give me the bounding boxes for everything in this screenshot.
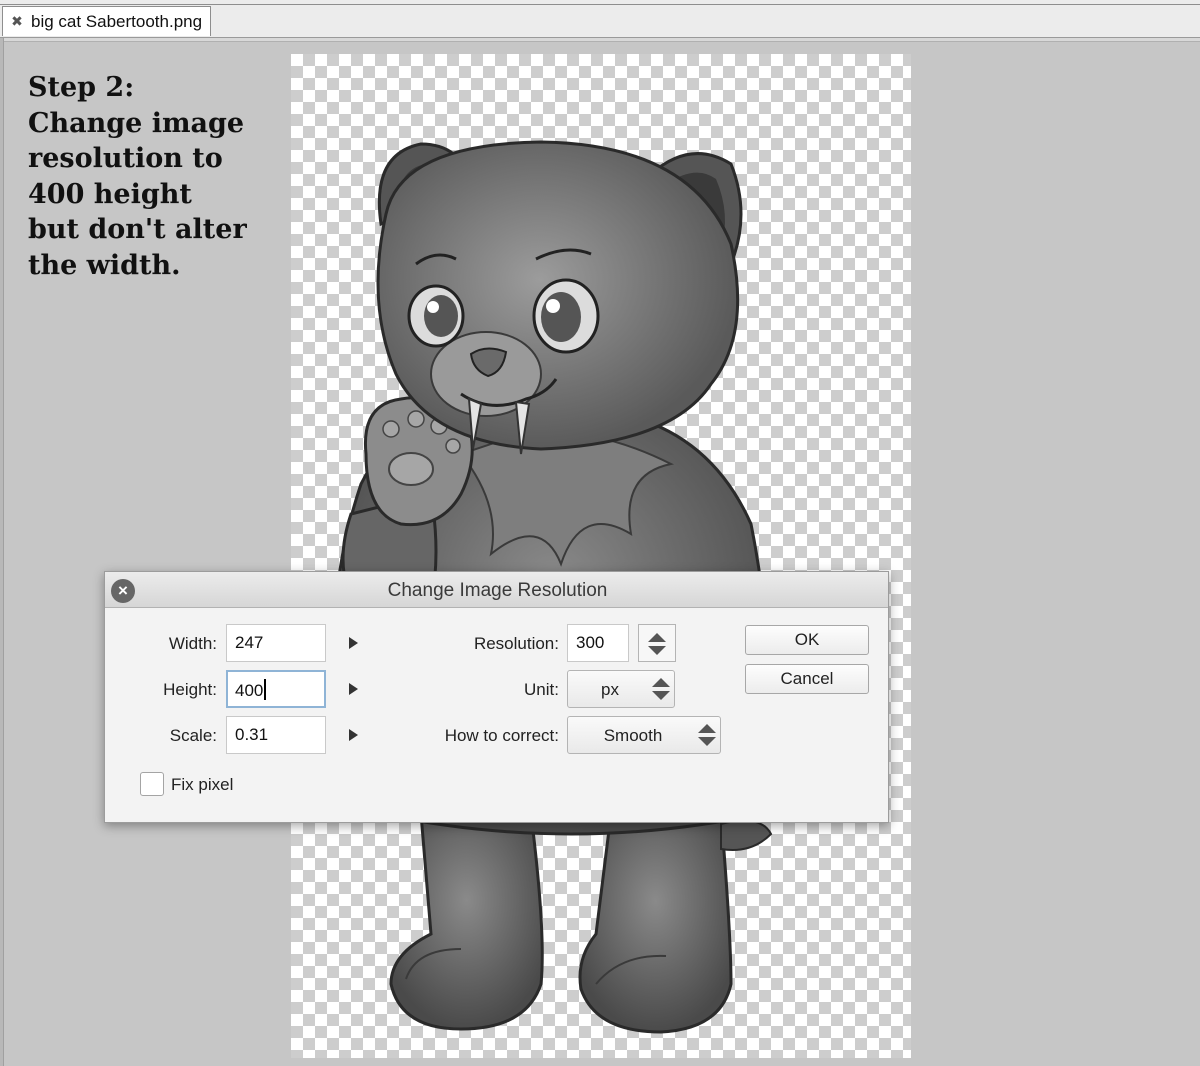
instruction-line: 400 height <box>28 178 192 210</box>
fix-pixel-checkbox[interactable] <box>140 772 164 796</box>
spin-down-icon[interactable] <box>648 646 666 655</box>
canvas-left-border <box>0 38 4 1066</box>
ok-button[interactable]: OK <box>745 625 869 655</box>
triangle-right-icon[interactable] <box>349 729 358 741</box>
instruction-line: the width. <box>28 249 181 281</box>
unit-value: px <box>601 680 619 699</box>
up-down-arrows-icon <box>652 678 670 687</box>
step-instructions: Step 2: Change image resolution to 400 h… <box>28 70 268 283</box>
change-image-resolution-dialog: × Change Image Resolution Width: 247 Hei… <box>104 571 889 823</box>
height-input[interactable]: 400 <box>226 670 326 708</box>
correction-label: How to correct: <box>444 726 559 745</box>
dialog-title: Change Image Resolution <box>387 580 608 601</box>
sabertooth-cub-illustration <box>333 140 773 1034</box>
correction-value: Smooth <box>603 726 663 745</box>
document-tab[interactable]: ✖ big cat Sabertooth.png <box>2 6 211 36</box>
scale-input[interactable]: 0.31 <box>226 716 326 754</box>
resolution-input[interactable]: 300 <box>567 624 629 662</box>
document-tab-title: big cat Sabertooth.png <box>31 11 203 31</box>
height-value: 400 <box>235 681 264 700</box>
spin-up-icon[interactable] <box>648 633 666 642</box>
close-icon[interactable]: ✖ <box>7 13 27 30</box>
resolution-label: Resolution: <box>473 634 559 653</box>
tab-bar: ✖ big cat Sabertooth.png <box>0 0 1200 38</box>
image-canvas[interactable] <box>291 54 911 1058</box>
triangle-right-icon[interactable] <box>349 683 358 695</box>
canvas-top-border <box>0 38 1200 42</box>
cancel-button[interactable]: Cancel <box>745 664 869 694</box>
correction-select[interactable]: Smooth <box>567 716 721 754</box>
up-down-arrows-icon <box>698 737 716 746</box>
width-label: Width: <box>168 634 217 653</box>
instruction-line: but don't alter <box>28 214 247 245</box>
height-label: Height: <box>163 680 217 699</box>
instruction-line: resolution to <box>28 143 223 174</box>
up-down-arrows-icon <box>652 691 670 700</box>
up-down-arrows-icon <box>698 724 716 733</box>
text-cursor <box>264 679 267 700</box>
tab-bar-divider <box>0 4 1200 5</box>
unit-label: Unit: <box>524 680 559 699</box>
fix-pixel-label: Fix pixel <box>171 775 234 794</box>
triangle-right-icon[interactable] <box>349 637 358 649</box>
unit-select[interactable]: px <box>567 670 675 708</box>
width-input[interactable]: 247 <box>226 624 326 662</box>
instruction-line: Change image <box>28 107 245 139</box>
resolution-spinner[interactable] <box>638 624 676 662</box>
scale-label: Scale: <box>169 726 217 745</box>
instruction-line: Step 2: <box>28 72 135 103</box>
dialog-titlebar: × Change Image Resolution <box>105 572 888 608</box>
